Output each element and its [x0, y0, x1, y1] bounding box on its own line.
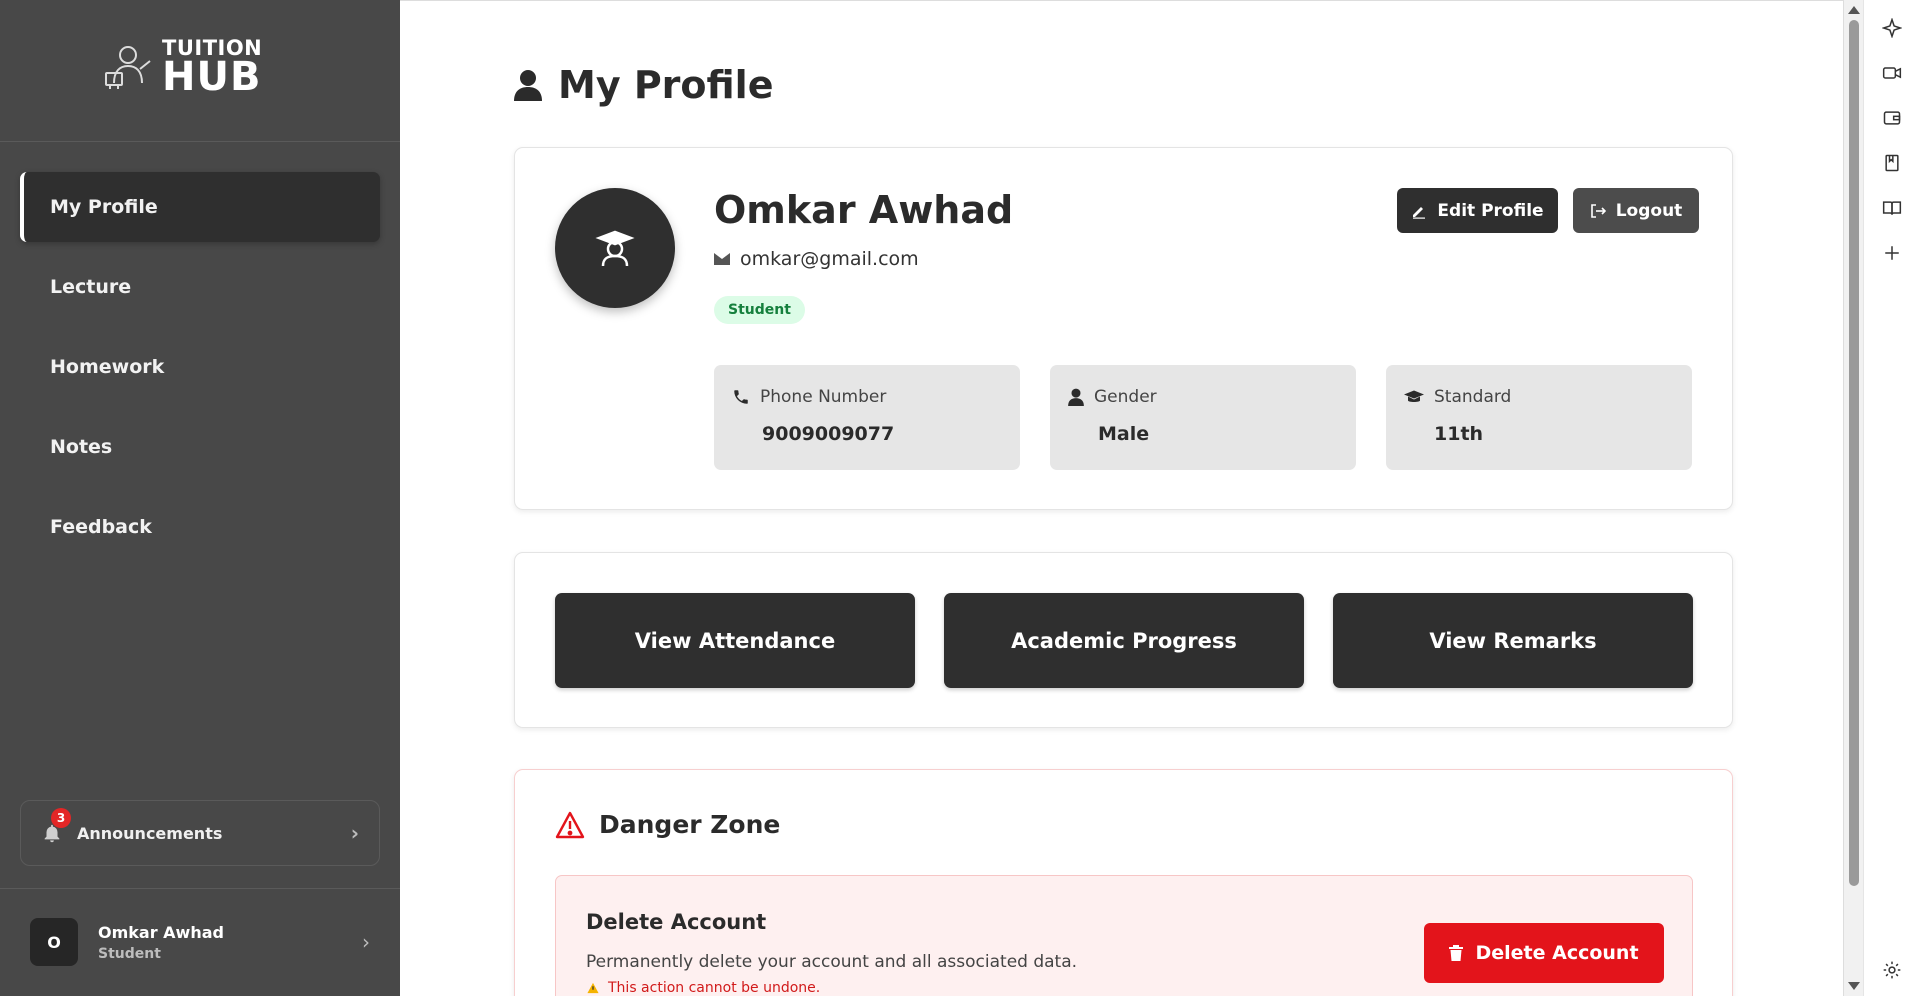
logo[interactable]: TUITION HUB	[100, 38, 262, 97]
sidebar-item-notes[interactable]: Notes	[20, 412, 380, 482]
phone-number-label: Phone Number	[760, 387, 887, 407]
chevron-right-icon: ›	[350, 821, 359, 845]
profile-name: Omkar Awhad	[714, 188, 1014, 232]
browser-side-rail	[1863, 0, 1919, 996]
user-icon	[1068, 388, 1084, 406]
view-remarks-button[interactable]: View Remarks	[1333, 593, 1693, 688]
add-icon[interactable]	[1880, 241, 1904, 265]
delete-account-warning-text: This action cannot be undone.	[608, 980, 821, 996]
phone-number-value: 9009009077	[762, 423, 895, 445]
delete-account-label: Delete Account	[1475, 942, 1639, 964]
page-title-text: My Profile	[558, 63, 774, 107]
sidebar: TUITION HUB My Profile Lecture Homework …	[0, 0, 400, 996]
sidebar-divider	[0, 141, 400, 142]
pencil-icon	[1413, 206, 1426, 219]
chevron-right-icon: ›	[362, 930, 370, 954]
profile-email: omkar@gmail.com	[714, 248, 919, 270]
danger-zone-title-text: Danger Zone	[599, 810, 781, 839]
trash-icon	[1449, 945, 1464, 961]
role-badge: Student	[714, 296, 805, 324]
edit-profile-button[interactable]: Edit Profile	[1397, 188, 1558, 233]
tutor-logo-icon	[105, 45, 151, 89]
bookmark-book-icon[interactable]	[1880, 151, 1904, 175]
gender-box: Gender Male	[1050, 365, 1356, 470]
sidebar-item-lecture[interactable]: Lecture	[20, 252, 380, 322]
profile-card: Omkar Awhad omkar@gmail.com Student Edit…	[514, 147, 1733, 510]
phone-icon	[734, 390, 748, 404]
scroll-down-arrow-icon[interactable]	[1848, 982, 1860, 990]
gender-label: Gender	[1094, 387, 1157, 407]
warning-icon	[587, 982, 599, 994]
profile-email-text: omkar@gmail.com	[740, 248, 919, 270]
page-scrollbar[interactable]	[1843, 0, 1863, 996]
sidebar-item-my-profile[interactable]: My Profile	[20, 172, 380, 242]
user-icon	[514, 70, 542, 101]
announcements-button[interactable]: 3 Announcements ›	[20, 800, 380, 866]
student-graduate-icon	[595, 230, 635, 267]
quick-actions-card: View Attendance Academic Progress View R…	[514, 552, 1733, 728]
sidebar-nav: My Profile Lecture Homework Notes Feedba…	[20, 172, 380, 572]
scroll-up-arrow-icon[interactable]	[1848, 6, 1860, 14]
view-attendance-button[interactable]: View Attendance	[555, 593, 915, 688]
delete-account-description: Permanently delete your account and all …	[586, 952, 1078, 972]
logout-button[interactable]: Logout	[1573, 188, 1699, 233]
user-role: Student	[98, 945, 161, 962]
delete-account-warning: This action cannot be undone.	[586, 980, 820, 996]
sidebar-item-feedback[interactable]: Feedback	[20, 492, 380, 562]
standard-box: Standard 11th	[1386, 365, 1692, 470]
logo-line2: HUB	[162, 54, 262, 100]
bell-icon: 3	[41, 808, 71, 844]
envelope-icon	[714, 253, 730, 265]
gender-value: Male	[1098, 423, 1150, 445]
delete-account-button[interactable]: Delete Account	[1424, 923, 1664, 983]
camera-icon[interactable]	[1880, 61, 1904, 85]
edit-profile-label: Edit Profile	[1437, 200, 1544, 221]
announcements-label: Announcements	[77, 823, 223, 843]
academic-progress-button[interactable]: Academic Progress	[944, 593, 1304, 688]
standard-value: 11th	[1434, 423, 1484, 445]
delete-account-heading: Delete Account	[586, 910, 767, 934]
delete-account-panel: Delete Account Permanently delete your a…	[555, 875, 1693, 996]
avatar: O	[30, 918, 78, 966]
profile-avatar	[555, 188, 675, 308]
user-name: Omkar Awhad	[98, 922, 224, 942]
announcement-count-badge: 3	[51, 808, 71, 828]
graduation-cap-icon	[1404, 390, 1424, 402]
settings-gear-icon[interactable]	[1880, 958, 1904, 982]
sparkle-icon[interactable]	[1880, 16, 1904, 40]
scrollbar-thumb[interactable]	[1849, 20, 1859, 886]
user-menu[interactable]: O Omkar Awhad Student ›	[0, 888, 400, 996]
danger-zone-title: Danger Zone	[555, 810, 780, 839]
wallet-icon[interactable]	[1880, 106, 1904, 130]
standard-label: Standard	[1434, 387, 1512, 407]
logout-icon	[1590, 203, 1606, 218]
page-title: My Profile	[514, 63, 773, 107]
main-content: My Profile Omkar Awhad omkar@gmail.com S…	[400, 0, 1843, 996]
phone-number-box: Phone Number 9009009077	[714, 365, 1020, 470]
logout-label: Logout	[1615, 200, 1683, 221]
reading-view-icon[interactable]	[1880, 196, 1904, 220]
warning-triangle-icon	[555, 811, 585, 838]
sidebar-item-homework[interactable]: Homework	[20, 332, 380, 402]
danger-zone-card: Danger Zone Delete Account Permanently d…	[514, 769, 1733, 996]
